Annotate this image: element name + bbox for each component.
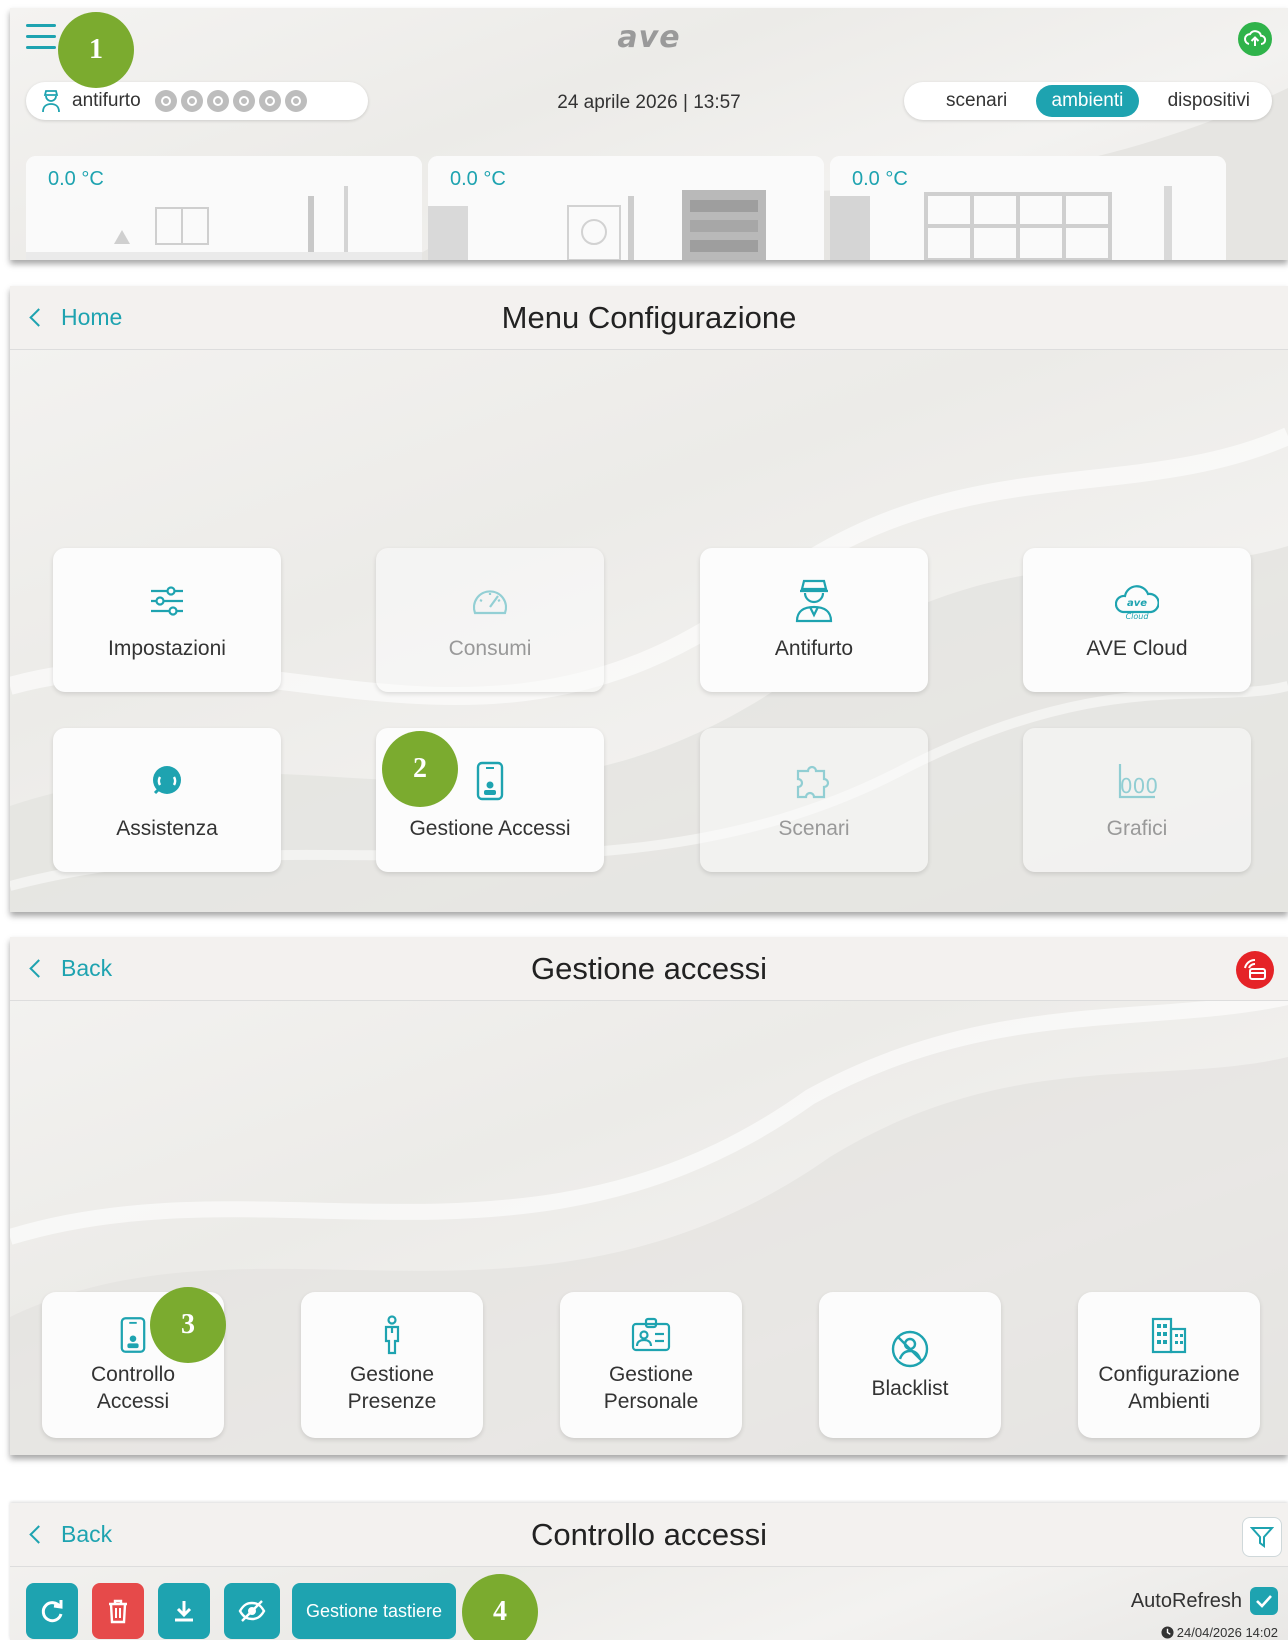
puzzle-icon — [792, 759, 836, 803]
page-title: Controllo accessi — [530, 1517, 768, 1552]
chart-icon-text: 000 — [1120, 774, 1157, 798]
view-option-ambienti[interactable]: ambienti — [1035, 85, 1140, 117]
tile-label: AVE Cloud — [1086, 636, 1188, 660]
autorefresh-toggle[interactable]: AutoRefresh — [1131, 1587, 1278, 1615]
tile-antifurto[interactable]: Antifurto — [700, 548, 928, 692]
tile-label: Grafici — [1106, 816, 1168, 840]
tile-configurazione-ambienti[interactable]: Configurazione Ambienti — [1078, 1292, 1260, 1438]
room-temperature: 0.0 °C — [48, 168, 104, 190]
step-badge-2: 2 — [382, 731, 458, 807]
room-card[interactable]: 0.0 °C — [428, 156, 824, 260]
tile-consumi[interactable]: Consumi — [376, 548, 604, 692]
room-card[interactable]: 0.0 °C — [830, 156, 1226, 260]
last-refresh-timestamp: 24/04/2026 14:02 — [1161, 1625, 1278, 1640]
badge-reader-icon — [468, 759, 512, 803]
tile-label: Gestione Personale — [603, 1363, 699, 1413]
cloud-upload-icon[interactable] — [1238, 22, 1272, 56]
gestione-accessi-header: Back Gestione accessi — [10, 937, 1288, 1001]
home-panel: ave antifurto 24 aprile 2026 | 13:57 sce… — [10, 8, 1288, 260]
room-card[interactable]: 0.0 °C — [26, 156, 422, 260]
tile-label: Scenari — [778, 816, 850, 840]
refresh-button[interactable] — [26, 1583, 78, 1639]
step-badge-1: 1 — [58, 12, 134, 88]
view-switcher: scenari ambienti dispositivi — [904, 82, 1272, 120]
hide-button[interactable] — [224, 1583, 280, 1639]
filter-button[interactable] — [1242, 1517, 1282, 1557]
download-button[interactable] — [158, 1583, 210, 1639]
tile-scenari[interactable]: Scenari — [700, 728, 928, 872]
step-badge-3: 3 — [150, 1287, 226, 1363]
ave-cloud-icon: ave Cloud — [1115, 579, 1159, 623]
delete-button[interactable] — [92, 1583, 144, 1639]
tile-label: Blacklist — [871, 1376, 949, 1400]
tile-label: Controllo Accessi — [90, 1363, 176, 1413]
clock-icon — [1161, 1626, 1174, 1639]
ave-cloud-icon-subtext: Cloud — [1126, 612, 1150, 620]
tile-gestione-personale[interactable]: Gestione Personale — [560, 1292, 742, 1438]
filter-icon — [1250, 1527, 1274, 1548]
room-temperature: 0.0 °C — [852, 168, 908, 190]
sliders-icon — [145, 579, 189, 623]
eye-slash-icon — [238, 1600, 266, 1622]
rfid-card-icon[interactable] — [1236, 951, 1274, 989]
tile-ave-cloud[interactable]: ave Cloud AVE Cloud — [1023, 548, 1251, 692]
download-icon — [175, 1601, 193, 1622]
view-option-dispositivi[interactable]: dispositivi — [1152, 85, 1266, 117]
tile-blacklist[interactable]: Blacklist — [819, 1292, 1001, 1438]
tile-assistenza[interactable]: Assistenza — [53, 728, 281, 872]
building-icon — [1149, 1315, 1189, 1355]
refresh-icon — [41, 1600, 63, 1623]
tile-impostazioni[interactable]: Impostazioni — [53, 548, 281, 692]
tile-label: Assistenza — [116, 816, 218, 840]
page-title: Menu Configurazione — [501, 300, 797, 335]
ave-logo: ave — [617, 20, 681, 55]
tile-label: Antifurto — [774, 636, 854, 660]
step-badge-4: 4 — [462, 1574, 538, 1640]
person-icon — [372, 1315, 412, 1355]
badge-reader-icon — [113, 1315, 153, 1355]
tile-label: Consumi — [448, 636, 532, 660]
tile-label: Impostazioni — [108, 636, 226, 660]
menu-config-header: Home Menu Configurazione — [10, 286, 1288, 350]
tile-label: Gestione Accessi — [409, 816, 571, 840]
gestione-accessi-panel: Back Gestione accessi Controllo Accessi G… — [10, 937, 1288, 1455]
headset-icon — [145, 759, 189, 803]
controllo-accessi-header: Back Controllo accessi — [10, 1503, 1288, 1567]
room-temperature: 0.0 °C — [450, 168, 506, 190]
tile-gestione-presenze[interactable]: Gestione Presenze — [301, 1292, 483, 1438]
controllo-accessi-panel: Back Controllo accessi Gestione tastiere… — [10, 1503, 1288, 1640]
gauge-icon — [468, 579, 512, 623]
gestione-tastiere-button[interactable]: Gestione tastiere — [292, 1583, 456, 1639]
autorefresh-label: AutoRefresh — [1130, 1589, 1242, 1612]
bar-chart-icon: 000 — [1115, 759, 1159, 803]
ave-cloud-icon-text: ave — [1127, 598, 1147, 609]
menu-config-panel: Home Menu Configurazione Impostazioni Co… — [10, 286, 1288, 912]
id-card-icon — [631, 1315, 671, 1355]
page-title: Gestione accessi — [530, 951, 768, 986]
tile-grafici[interactable]: 000 Grafici — [1023, 728, 1251, 872]
view-option-scenari[interactable]: scenari — [930, 85, 1023, 117]
blocked-icon — [890, 1329, 930, 1369]
trash-icon — [109, 1599, 127, 1624]
checkbox-checked-icon[interactable] — [1250, 1587, 1278, 1615]
tile-label: Gestione Presenze — [347, 1363, 437, 1413]
tile-label: Configurazione Ambienti — [1098, 1363, 1240, 1413]
guard-icon — [792, 579, 836, 623]
